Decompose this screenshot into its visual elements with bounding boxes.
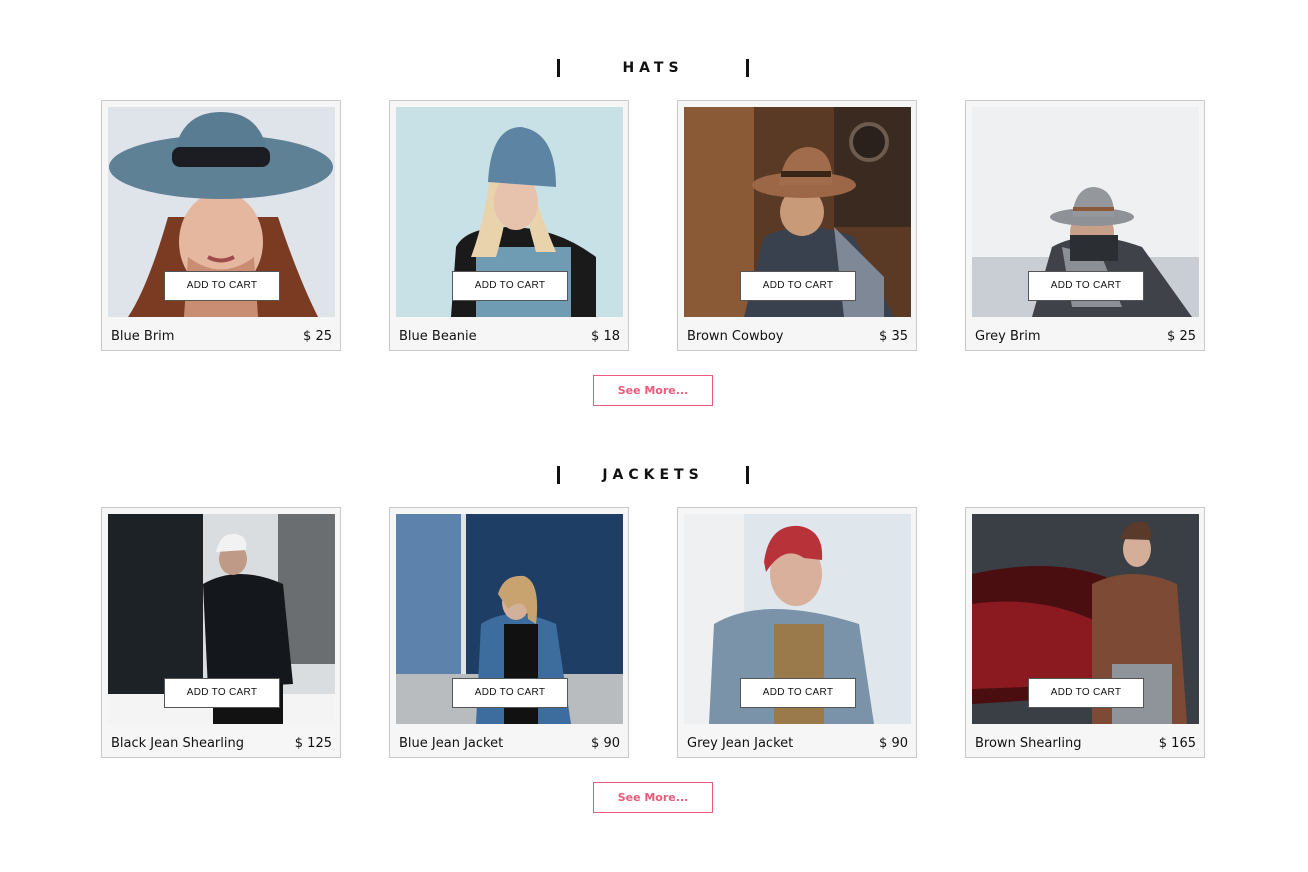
product-price: $ 35	[879, 329, 908, 344]
product-price: $ 90	[879, 736, 908, 751]
product-name: Brown Shearling	[975, 736, 1082, 751]
product-name: Blue Jean Jacket	[399, 736, 504, 751]
product-price: $ 25	[1167, 329, 1196, 344]
product-name: Blue Brim	[111, 329, 175, 344]
add-to-cart-button[interactable]: ADD TO CART	[164, 678, 280, 708]
heading-bar-right	[746, 466, 749, 484]
product-card[interactable]: ADD TO CART Blue Jean Jacket $ 90	[389, 507, 629, 758]
product-price: $ 125	[294, 736, 332, 751]
product-price: $ 90	[591, 736, 620, 751]
product-card[interactable]: ADD TO CART Blue Brim $ 25	[101, 100, 341, 351]
product-grid: ADD TO CART Blue Brim $ 25 ADD TO CART B…	[0, 100, 1308, 351]
add-to-cart-button[interactable]: ADD TO CART	[740, 271, 856, 301]
add-to-cart-button[interactable]: ADD TO CART	[452, 678, 568, 708]
product-card[interactable]: ADD TO CART Black Jean Shearling $ 125	[101, 507, 341, 758]
product-card[interactable]: ADD TO CART Grey Brim $ 25	[965, 100, 1205, 351]
product-name: Brown Cowboy	[687, 329, 784, 344]
section-heading: JACKETS	[0, 466, 1308, 484]
product-grid: ADD TO CART Black Jean Shearling $ 125 A…	[0, 507, 1308, 758]
section-heading: HATS	[0, 59, 1308, 77]
product-card[interactable]: ADD TO CART Brown Shearling $ 165	[965, 507, 1205, 758]
add-to-cart-button[interactable]: ADD TO CART	[164, 271, 280, 301]
product-card[interactable]: ADD TO CART Brown Cowboy $ 35	[677, 100, 917, 351]
section-title: JACKETS	[602, 467, 704, 483]
product-card[interactable]: ADD TO CART Grey Jean Jacket $ 90	[677, 507, 917, 758]
product-name: Black Jean Shearling	[111, 736, 244, 751]
product-price: $ 25	[303, 329, 332, 344]
see-more-button[interactable]: See More...	[593, 782, 713, 813]
add-to-cart-button[interactable]: ADD TO CART	[740, 678, 856, 708]
product-name: Grey Brim	[975, 329, 1041, 344]
product-card[interactable]: ADD TO CART Blue Beanie $ 18	[389, 100, 629, 351]
heading-bar-right	[746, 59, 749, 77]
add-to-cart-button[interactable]: ADD TO CART	[1028, 271, 1144, 301]
product-name: Grey Jean Jacket	[687, 736, 794, 751]
see-more-button[interactable]: See More...	[593, 375, 713, 406]
product-price: $ 165	[1158, 736, 1196, 751]
product-name: Blue Beanie	[399, 329, 477, 344]
section-title: HATS	[622, 60, 684, 76]
product-price: $ 18	[591, 329, 620, 344]
add-to-cart-button[interactable]: ADD TO CART	[452, 271, 568, 301]
add-to-cart-button[interactable]: ADD TO CART	[1028, 678, 1144, 708]
